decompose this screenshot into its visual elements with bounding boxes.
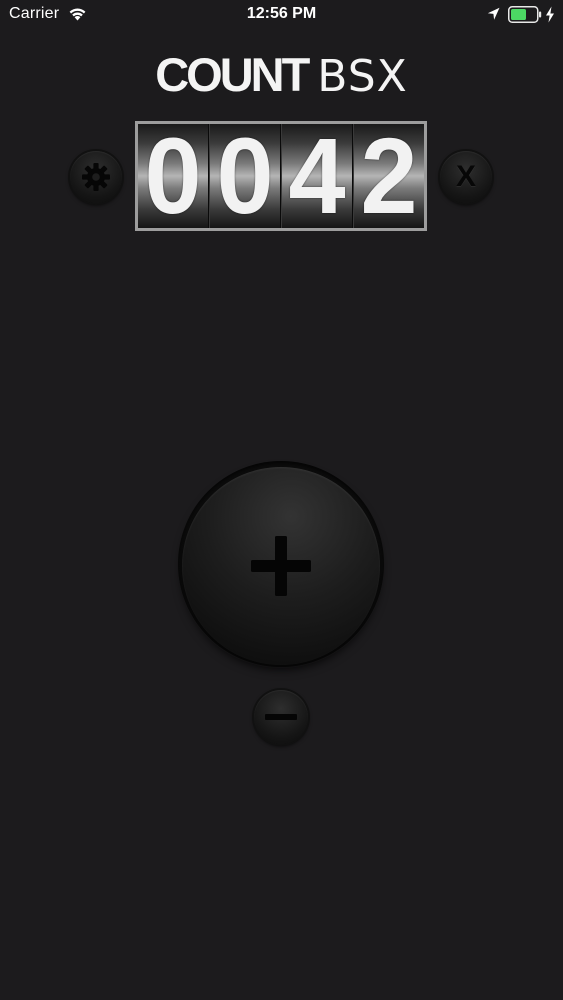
plus-icon bbox=[251, 536, 311, 596]
settings-button[interactable] bbox=[70, 151, 122, 203]
decrement-button[interactable] bbox=[254, 690, 308, 744]
counter-digit-2: 0 bbox=[209, 124, 281, 228]
counter-digit-4: 2 bbox=[353, 124, 424, 228]
status-bar: Carrier 12:56 PM bbox=[0, 0, 563, 30]
app-logo: COUNT BSX bbox=[0, 48, 563, 102]
reset-button[interactable]: X bbox=[440, 151, 492, 203]
reset-x-label: X bbox=[455, 160, 476, 193]
counter-digit-2-value: 0 bbox=[216, 124, 274, 228]
counter-digit-1: 0 bbox=[138, 124, 209, 228]
battery-icon bbox=[508, 6, 542, 23]
logo-count: COUNT bbox=[155, 48, 310, 101]
logo-bsx: BSX bbox=[317, 51, 408, 102]
counter-digit-3: 4 bbox=[281, 124, 353, 228]
counter-digit-4-value: 2 bbox=[360, 124, 418, 228]
counter-digit-3-value: 4 bbox=[288, 124, 346, 228]
minus-icon bbox=[265, 714, 297, 720]
counter-digit-1-value: 0 bbox=[144, 124, 202, 228]
status-time: 12:56 PM bbox=[246, 5, 317, 22]
location-arrow-icon bbox=[487, 7, 500, 20]
gear-icon bbox=[82, 163, 110, 191]
counter-display: 0 0 4 2 bbox=[135, 121, 427, 231]
charging-bolt-icon bbox=[546, 6, 554, 23]
increment-button[interactable] bbox=[182, 467, 380, 665]
